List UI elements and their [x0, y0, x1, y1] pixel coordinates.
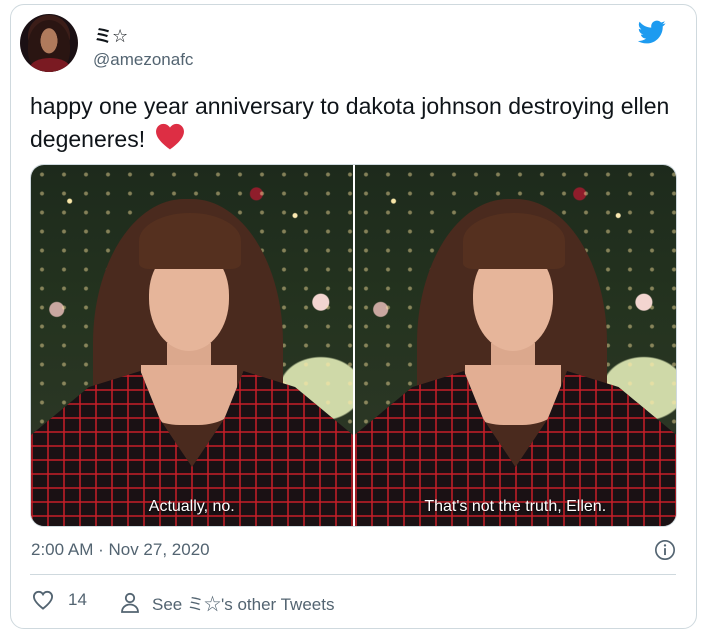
see-other-tweets-label: See ミ☆'s other Tweets [152, 595, 335, 614]
info-icon[interactable] [654, 539, 676, 561]
user-handle[interactable]: @amezonafc [93, 50, 193, 70]
divider [30, 574, 676, 575]
subtitle-caption: Actually, no. [148, 498, 235, 515]
red-heart-emoji-icon [156, 123, 185, 150]
tweet-text: happy one year anniversary to dakota joh… [30, 90, 670, 156]
tweet-media[interactable]: Actually, no. That's not the truth, Elle… [30, 164, 677, 527]
like-count: 14 [68, 590, 87, 609]
avatar[interactable] [20, 14, 78, 72]
see-other-tweets-link[interactable]: See ミ☆'s other Tweets [120, 590, 334, 615]
display-name[interactable]: ミ☆ [94, 22, 128, 48]
heart-icon [32, 590, 54, 610]
subtitle-caption: That's not the truth, Ellen. [424, 498, 607, 515]
twitter-bird-icon[interactable] [636, 18, 668, 46]
media-image-2[interactable]: That's not the truth, Ellen. [354, 165, 676, 526]
tweet-text-content: happy one year anniversary to dakota joh… [30, 93, 670, 152]
like-button[interactable]: 14 [32, 590, 87, 610]
media-image-1[interactable]: Actually, no. [31, 165, 353, 526]
tweet-timestamp[interactable]: 2:00 AM · Nov 27, 2020 [31, 540, 210, 560]
person-icon [121, 592, 139, 613]
